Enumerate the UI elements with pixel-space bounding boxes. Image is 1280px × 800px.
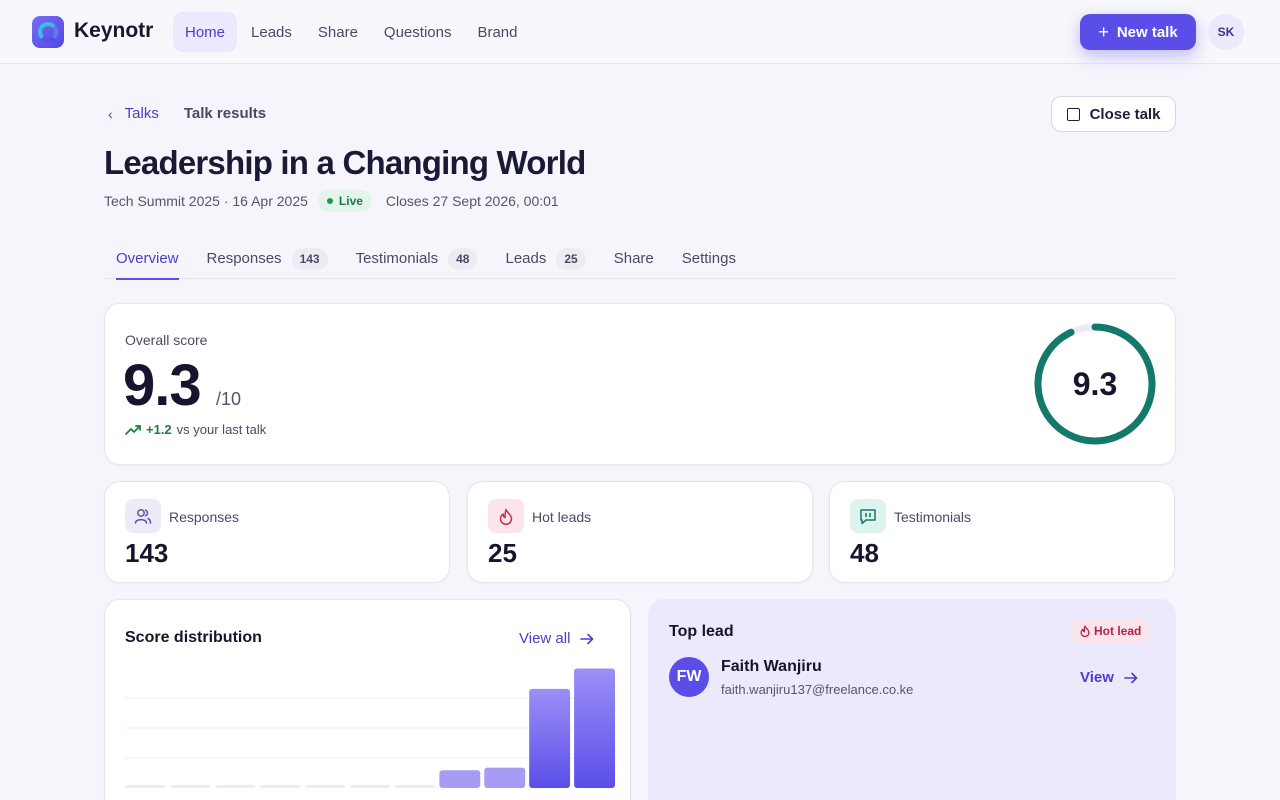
status-label: Live xyxy=(338,194,363,208)
distribution-title: Score distribution xyxy=(125,629,262,646)
close-talk-button[interactable]: Close talk xyxy=(1051,96,1176,132)
plus-icon: + xyxy=(1098,22,1109,42)
view-all-label: View all xyxy=(519,630,571,647)
score-ring-value: 9.3 xyxy=(1072,365,1118,402)
tab-label: Settings xyxy=(681,250,736,267)
tab-count-badge: 48 xyxy=(448,247,478,270)
arrow-right-icon xyxy=(1124,672,1138,683)
score-trend: +1.2 vs your last talk xyxy=(125,422,266,437)
users-icon xyxy=(125,499,161,533)
testimonials-stat-card[interactable]: Testimonials 48 xyxy=(829,481,1175,583)
nav-questions[interactable]: Questions xyxy=(372,12,464,52)
score-value: 9.3 xyxy=(123,353,202,418)
tab-overview[interactable]: Overview xyxy=(104,238,191,280)
nav-brand[interactable]: Brand xyxy=(465,12,529,52)
top-lead-title: Top lead xyxy=(669,623,734,640)
live-dot-icon xyxy=(326,198,333,204)
status-badge: Live xyxy=(317,190,372,212)
score-delta: +1.2 xyxy=(146,422,172,437)
hot-lead-badge-label: Hot lead xyxy=(1094,624,1142,638)
overall-score-card: Overall score 9.3 /10 +1.2 vs your last … xyxy=(104,303,1176,465)
distribution-bar[interactable] xyxy=(529,688,571,788)
top-lead-card: Top lead Hot lead FW Faith Wanjiru faith… xyxy=(648,599,1176,800)
score-distribution-chart xyxy=(125,668,615,788)
breadcrumb-current: Talk results xyxy=(183,105,267,122)
stat-label: Testimonials xyxy=(894,509,972,525)
tab-share[interactable]: Share xyxy=(602,238,666,279)
distribution-bar[interactable] xyxy=(484,767,526,788)
view-lead-label: View xyxy=(1080,669,1114,686)
tab-count-badge: 143 xyxy=(291,247,328,270)
distribution-bar[interactable] xyxy=(394,785,436,788)
tab-label: Leads xyxy=(505,250,547,267)
nav-home[interactable]: Home xyxy=(173,12,238,52)
view-all-link[interactable]: View all xyxy=(519,630,594,647)
tab-label: Responses xyxy=(206,250,282,267)
breadcrumb: ‹ Talks Talk results xyxy=(108,105,266,122)
nav-share[interactable]: Share xyxy=(306,12,370,52)
view-lead-link[interactable]: View xyxy=(1080,669,1138,686)
score-distribution-card: Score distribution View all xyxy=(104,599,631,800)
flame-icon xyxy=(1080,625,1090,637)
new-talk-button[interactable]: + New talk xyxy=(1080,14,1196,50)
breadcrumb-back-link[interactable]: ‹ Talks xyxy=(108,105,159,122)
talk-meta: Tech Summit 2025 · 16 Apr 2025 Live Clos… xyxy=(104,190,559,212)
new-talk-label: New talk xyxy=(1116,23,1178,41)
closes-date: Closes 27 Sept 2026, 00:01 xyxy=(385,193,559,209)
event-info: Tech Summit 2025 · 16 Apr 2025 xyxy=(104,193,308,209)
distribution-bar[interactable] xyxy=(125,785,166,788)
page-title: Leadership in a Changing World xyxy=(104,144,586,181)
stat-value: 25 xyxy=(488,538,517,568)
tab-responses[interactable]: Responses 143 xyxy=(195,238,340,279)
score-ring: 9.3 xyxy=(1033,322,1157,446)
arrow-right-icon xyxy=(580,633,594,644)
distribution-bar[interactable] xyxy=(439,770,481,788)
responses-stat-card[interactable]: Responses 143 xyxy=(104,481,450,583)
tab-label: Testimonials xyxy=(355,250,439,267)
distribution-bar[interactable] xyxy=(574,668,615,788)
user-avatar[interactable]: SK xyxy=(1208,14,1244,50)
score-delta-text: vs your last talk xyxy=(176,422,267,437)
tab-testimonials[interactable]: Testimonials 48 xyxy=(344,238,490,279)
top-navigation-bar: Keynotr Home Leads Share Questions Brand… xyxy=(0,0,1280,64)
talk-tabs: Overview Responses 143 Testimonials 48 L… xyxy=(104,238,1176,280)
close-talk-label: Close talk xyxy=(1089,105,1161,123)
distribution-bar[interactable] xyxy=(259,785,301,788)
stat-label: Responses xyxy=(169,509,240,525)
tab-settings[interactable]: Settings xyxy=(670,238,748,279)
tab-label: Overview xyxy=(116,250,179,267)
hot-leads-stat-card[interactable]: Hot leads 25 xyxy=(467,481,813,583)
stat-label: Hot leads xyxy=(532,509,592,525)
breadcrumb-talks: Talks xyxy=(124,105,159,122)
score-max: /10 xyxy=(216,389,242,409)
trend-up-icon xyxy=(125,424,141,435)
tab-label: Share xyxy=(613,250,654,267)
stat-value: 143 xyxy=(125,538,169,568)
tab-count-badge: 25 xyxy=(556,247,586,270)
hot-lead-badge: Hot lead xyxy=(1071,619,1151,643)
lead-avatar: FW xyxy=(669,657,709,697)
distribution-bar[interactable] xyxy=(169,785,211,788)
score-label: Overall score xyxy=(125,332,208,348)
quote-icon xyxy=(850,499,886,533)
stat-value: 48 xyxy=(850,538,879,568)
lead-name: Faith Wanjiru xyxy=(721,658,822,675)
chevron-left-icon: ‹ xyxy=(108,105,113,122)
brand-name[interactable]: Keynotr xyxy=(74,19,153,43)
flame-icon xyxy=(488,499,524,533)
distribution-bar[interactable] xyxy=(349,785,391,788)
distribution-bar[interactable] xyxy=(214,785,256,788)
square-icon xyxy=(1066,107,1080,121)
lead-email: faith.wanjiru137@freelance.co.ke xyxy=(721,682,914,697)
keynotr-logo-icon[interactable] xyxy=(32,16,64,48)
distribution-bar[interactable] xyxy=(304,785,346,788)
tab-leads[interactable]: Leads 25 xyxy=(493,238,597,279)
nav-leads[interactable]: Leads xyxy=(239,12,304,52)
main-nav: Home Leads Share Questions Brand xyxy=(173,12,530,52)
